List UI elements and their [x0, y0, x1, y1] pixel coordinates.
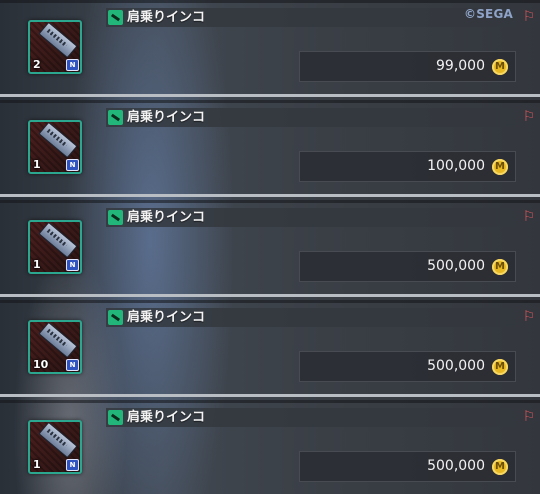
price-box: 500,000 M [299, 251, 516, 282]
item-name-bar: 肩乗りインコ [106, 8, 516, 27]
meseta-icon: M [492, 359, 508, 375]
listing-row[interactable]: 1 N 肩乗りインコ ⚐ 500,000 M [0, 200, 540, 297]
item-thumbnail: 10 N [28, 320, 82, 374]
ticket-tag-icon [108, 310, 123, 325]
ticket-icon [38, 122, 78, 159]
item-price: 500,000 [427, 458, 485, 474]
item-name: 肩乗りインコ [127, 310, 206, 325]
item-name: 肩乗りインコ [127, 210, 206, 225]
item-price: 500,000 [427, 258, 485, 274]
item-quantity: 1 [33, 458, 41, 471]
price-box: 500,000 M [299, 351, 516, 382]
stack-badge-icon: N [66, 459, 79, 471]
item-quantity: 1 [33, 158, 41, 171]
item-quantity: 2 [33, 58, 41, 71]
item-name-bar: 肩乗りインコ [106, 108, 516, 127]
stack-badge-icon: N [66, 159, 79, 171]
price-box: 500,000 M [299, 451, 516, 482]
item-name-bar: 肩乗りインコ [106, 408, 516, 427]
item-name: 肩乗りインコ [127, 10, 206, 25]
listing-list: 2 N 肩乗りインコ ⚐ 99,000 M 1 N 肩乗りインコ ⚐ 100,0… [0, 0, 540, 494]
trade-restricted-icon: ⚐ [522, 409, 536, 425]
price-box: 99,000 M [299, 51, 516, 82]
listing-row[interactable]: 2 N 肩乗りインコ ⚐ 99,000 M [0, 0, 540, 97]
listing-row[interactable]: 10 N 肩乗りインコ ⚐ 500,000 M [0, 300, 540, 397]
copyright-notice: ©SEGA [464, 7, 513, 21]
ticket-tag-icon [108, 110, 123, 125]
meseta-icon: M [492, 159, 508, 175]
ticket-tag-icon [108, 410, 123, 425]
item-name: 肩乗りインコ [127, 110, 206, 125]
ticket-tag-icon [108, 10, 123, 25]
ticket-icon [38, 422, 78, 459]
item-price: 99,000 [436, 58, 485, 74]
ticket-icon [38, 222, 78, 259]
meseta-icon: M [492, 459, 508, 475]
item-price: 500,000 [427, 358, 485, 374]
item-name-bar: 肩乗りインコ [106, 208, 516, 227]
item-thumbnail: 1 N [28, 120, 82, 174]
stack-badge-icon: N [66, 59, 79, 71]
listing-row[interactable]: 1 N 肩乗りインコ ⚐ 100,000 M [0, 100, 540, 197]
stack-badge-icon: N [66, 359, 79, 371]
trade-restricted-icon: ⚐ [522, 309, 536, 325]
price-box: 100,000 M [299, 151, 516, 182]
meseta-icon: M [492, 259, 508, 275]
trade-restricted-icon: ⚐ [522, 109, 536, 125]
trade-restricted-icon: ⚐ [522, 209, 536, 225]
trade-restricted-icon: ⚐ [522, 9, 536, 25]
meseta-icon: M [492, 59, 508, 75]
item-thumbnail: 1 N [28, 420, 82, 474]
ticket-tag-icon [108, 210, 123, 225]
item-name-bar: 肩乗りインコ [106, 308, 516, 327]
item-name: 肩乗りインコ [127, 410, 206, 425]
item-thumbnail: 2 N [28, 20, 82, 74]
item-thumbnail: 1 N [28, 220, 82, 274]
stack-badge-icon: N [66, 259, 79, 271]
item-quantity: 1 [33, 258, 41, 271]
item-quantity: 10 [33, 358, 49, 371]
ticket-icon [38, 322, 78, 359]
item-price: 100,000 [427, 158, 485, 174]
listing-row[interactable]: 1 N 肩乗りインコ ⚐ 500,000 M [0, 400, 540, 494]
ticket-icon [38, 22, 78, 59]
